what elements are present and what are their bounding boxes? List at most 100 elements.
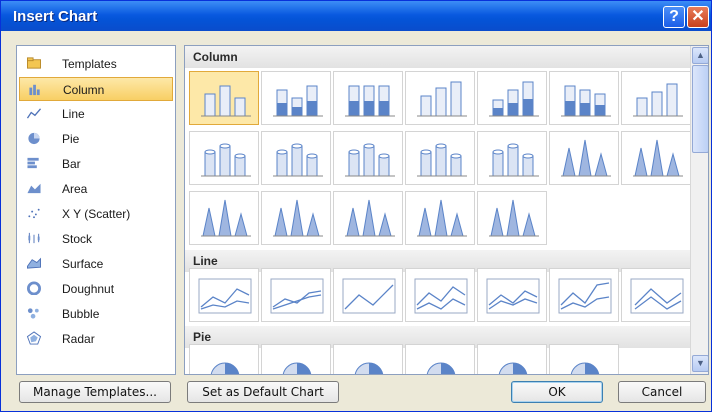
area-chart-icon: [27, 183, 41, 194]
help-icon: ?: [669, 8, 679, 25]
column-chart-preview-icon: [417, 143, 467, 177]
pie-chart-preview-icon: [282, 362, 312, 374]
column-chart-preview-icon: [345, 143, 395, 177]
doughnut-chart-icon: [27, 281, 41, 295]
chart-type-label: Bubble: [62, 307, 100, 321]
scroll-thumb[interactable]: [692, 65, 708, 153]
column-subtype-14[interactable]: [621, 131, 691, 185]
line-chart-preview-icon: [558, 278, 612, 314]
column-subtype-18[interactable]: [405, 191, 475, 245]
column-subtype-3[interactable]: [333, 71, 403, 125]
chart-type-line[interactable]: Line: [19, 102, 173, 126]
column-chart-preview-icon: [201, 143, 251, 177]
column-chart-preview-icon: [489, 81, 539, 117]
column-subtype-6[interactable]: [549, 71, 619, 125]
line-subtype-3[interactable]: [333, 268, 403, 322]
pie-chart-preview-icon: [570, 362, 600, 374]
column-chart-icon: [29, 84, 40, 96]
pie-chart-preview-icon: [426, 362, 456, 374]
line-subtype-7[interactable]: [621, 268, 691, 322]
pie-subtype-5[interactable]: [477, 344, 547, 374]
chart-type-column[interactable]: Column: [19, 77, 173, 101]
surface-chart-icon: [26, 257, 41, 269]
column-subtype-19[interactable]: [477, 191, 547, 245]
close-button[interactable]: ✕: [687, 6, 709, 28]
chart-type-label: Column: [63, 83, 105, 97]
column-chart-preview-icon: [273, 85, 323, 117]
line-chart-preview-icon: [342, 278, 396, 314]
chart-type-templates[interactable]: Templates: [19, 52, 173, 76]
chart-type-area[interactable]: Area: [19, 177, 173, 201]
line-subtype-5[interactable]: [477, 268, 547, 322]
column-chart-preview-icon: [489, 199, 539, 237]
column-subtype-1[interactable]: [189, 71, 259, 125]
column-subtype-7[interactable]: [621, 71, 691, 125]
column-chart-preview-icon: [417, 199, 467, 237]
pie-subtype-1[interactable]: [189, 344, 259, 374]
folder-icon: [27, 57, 41, 69]
line-subtype-1[interactable]: [189, 268, 259, 322]
column-chart-preview-icon: [489, 143, 539, 177]
column-chart-preview-icon: [201, 85, 251, 117]
column-subtype-15[interactable]: [189, 191, 259, 245]
gallery-scrollbar[interactable]: ▲ ▼: [690, 46, 708, 374]
chart-type-label: Templates: [62, 57, 117, 71]
chart-type-stock[interactable]: Stock: [19, 227, 173, 251]
column-chart-preview-icon: [345, 199, 395, 237]
line-chart-preview-icon: [486, 278, 540, 314]
pie-chart-preview-icon: [210, 362, 240, 374]
line-chart-preview-icon: [414, 278, 468, 314]
column-subtype-11[interactable]: [405, 131, 475, 185]
column-chart-preview-icon: [633, 139, 683, 177]
radar-chart-icon: [26, 331, 42, 345]
line-subtype-2[interactable]: [261, 268, 331, 322]
scroll-up-button[interactable]: ▲: [692, 47, 708, 64]
chart-type-label: Stock: [62, 232, 93, 246]
chart-type-label: Surface: [62, 257, 104, 271]
chart-type-label: Bar: [62, 157, 81, 171]
bubble-chart-icon: [27, 308, 39, 319]
chart-type-label: Line: [62, 107, 85, 121]
chart-type-pie[interactable]: Pie: [19, 127, 173, 151]
chart-type-label: X Y (Scatter): [62, 207, 131, 221]
pie-chart-preview-icon: [354, 362, 384, 374]
chart-gallery: Column Line Pie ▲ ▼: [184, 45, 709, 375]
manage-templates-button[interactable]: Manage Templates...: [19, 381, 171, 403]
insert-chart-dialog: Insert Chart ? ✕ Templates Column Line Pie B…: [0, 0, 712, 412]
pie-subtype-6[interactable]: [549, 344, 619, 374]
column-subtype-12[interactable]: [477, 131, 547, 185]
chart-type-bar[interactable]: Bar: [19, 152, 173, 176]
pie-subtype-3[interactable]: [333, 344, 403, 374]
chart-type-doughnut[interactable]: Doughnut: [19, 277, 173, 301]
scroll-down-button[interactable]: ▼: [692, 355, 708, 372]
column-chart-preview-icon: [345, 85, 395, 117]
column-subtype-17[interactable]: [333, 191, 403, 245]
title-bar[interactable]: Insert Chart ? ✕: [1, 1, 711, 31]
pie-subtype-4[interactable]: [405, 344, 475, 374]
column-subtype-13[interactable]: [549, 131, 619, 185]
chart-type-bubble[interactable]: Bubble: [19, 302, 173, 326]
column-subtype-4[interactable]: [405, 71, 475, 125]
column-subtype-2[interactable]: [261, 71, 331, 125]
chart-type-radar[interactable]: Radar: [19, 327, 173, 351]
chart-type-label: Doughnut: [62, 282, 115, 296]
line-subtype-4[interactable]: [405, 268, 475, 322]
ok-button[interactable]: OK: [511, 381, 603, 403]
line-subtype-6[interactable]: [549, 268, 619, 322]
line-chart-icon: [26, 108, 42, 119]
column-subtype-5[interactable]: [477, 71, 547, 125]
help-button[interactable]: ?: [663, 6, 685, 28]
scatter-chart-icon: [28, 208, 40, 219]
column-chart-preview-icon: [273, 199, 323, 237]
column-subtype-16[interactable]: [261, 191, 331, 245]
set-default-chart-button[interactable]: Set as Default Chart: [187, 381, 339, 403]
pie-subtype-2[interactable]: [261, 344, 331, 374]
line-chart-preview-icon: [198, 278, 252, 314]
chart-type-surface[interactable]: Surface: [19, 252, 173, 276]
cancel-button[interactable]: Cancel: [618, 381, 706, 403]
chart-type-x-y-scatter[interactable]: X Y (Scatter): [19, 202, 173, 226]
column-subtype-10[interactable]: [333, 131, 403, 185]
close-icon: ✕: [691, 8, 705, 25]
column-subtype-8[interactable]: [189, 131, 259, 185]
column-subtype-9[interactable]: [261, 131, 331, 185]
